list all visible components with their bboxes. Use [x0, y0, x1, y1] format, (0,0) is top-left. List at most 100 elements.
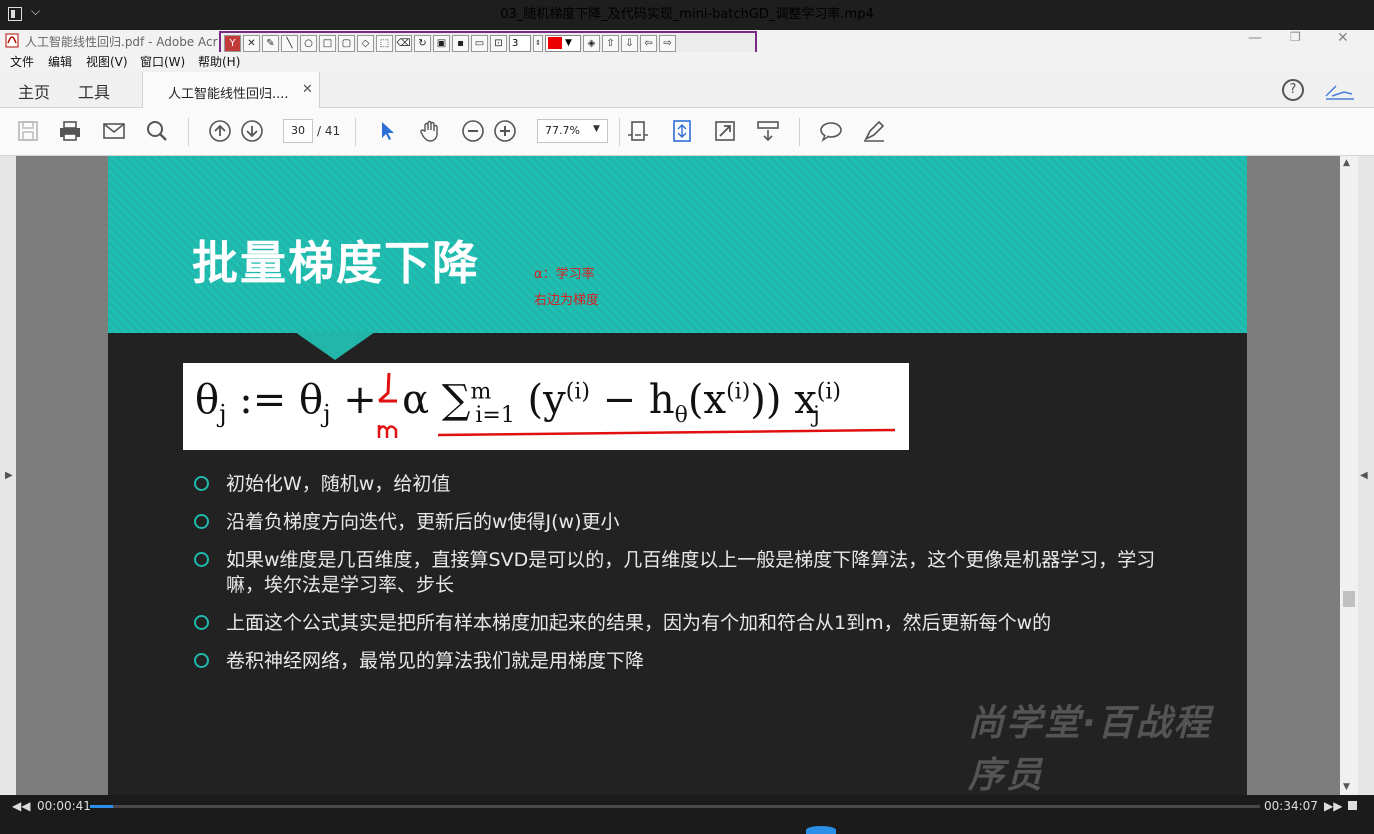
menu-view[interactable]: 视图(V) — [86, 53, 128, 70]
bullet-icon — [194, 476, 209, 491]
restore-icon[interactable]: ❐ — [1290, 30, 1301, 44]
close-overlay-icon[interactable]: ✕ — [243, 34, 260, 52]
toolbar-divider — [619, 118, 620, 146]
next-icon[interactable]: ▶▶ — [1324, 799, 1342, 813]
selection-tool-icon[interactable]: ⬚ — [376, 34, 393, 52]
ellipse-tool-icon[interactable]: ○ — [300, 34, 317, 52]
scrollbar-thumb[interactable] — [1343, 591, 1355, 607]
layers-tool-icon[interactable]: ◈ — [583, 34, 600, 52]
print-icon[interactable] — [58, 119, 82, 143]
page-down-icon[interactable] — [240, 119, 264, 143]
tab-close-icon[interactable]: ✕ — [302, 82, 313, 97]
bullet-icon — [194, 653, 209, 668]
menu-help[interactable]: 帮助(H) — [198, 53, 240, 70]
pen-tool-icon[interactable]: ✎ — [262, 34, 279, 52]
slide-header-notch — [295, 332, 375, 360]
tab-home[interactable]: 主页 — [18, 79, 50, 103]
seek-bar-fill — [90, 805, 114, 808]
pdf-file-icon — [5, 33, 19, 48]
zoom-in-icon[interactable] — [493, 119, 517, 143]
pdf-page: 批量梯度下降 α：学习率 右边为梯度 θj := θj + α ∑mi=1 (y… — [108, 156, 1247, 795]
handwritten-annotation — [377, 372, 896, 438]
arrow-up-icon[interactable]: ⇧ — [602, 34, 619, 52]
chevron-down-icon[interactable]: ⌵ — [31, 4, 40, 19]
expand-right-icon[interactable]: ◀ — [1360, 470, 1368, 481]
save-tool-icon[interactable]: ▪ — [452, 34, 469, 52]
time-total: 00:34:07 — [1264, 799, 1318, 813]
tool-logo-icon[interactable]: Y — [224, 34, 241, 52]
page-up-icon[interactable] — [208, 119, 232, 143]
full-screen-icon[interactable] — [713, 119, 737, 143]
highlight-pen-icon[interactable] — [862, 119, 886, 143]
menu-bar: 文件 编辑 视图(V) 窗口(W) 帮助(H) — [0, 52, 1374, 70]
color-picker[interactable]: ▼ — [545, 34, 581, 52]
bullet-text: 如果w维度是几百维度，直接算SVD是可以的，几百维度以上一般是梯度下降算法，这个… — [226, 549, 1156, 596]
fit-page-icon[interactable] — [670, 119, 694, 143]
annotation-note-gradient: 右边为梯度 — [534, 293, 600, 308]
tab-tools[interactable]: 工具 — [78, 79, 110, 103]
menu-edit[interactable]: 编辑 — [48, 53, 72, 70]
arrow-down-icon[interactable]: ⇩ — [621, 34, 638, 52]
page-number-input[interactable]: 30 — [283, 119, 313, 143]
player-indicator — [806, 826, 836, 834]
spinner-icon[interactable]: ⇕ — [533, 34, 543, 52]
stop-icon[interactable] — [1348, 801, 1357, 810]
bullet-text: 上面这个公式其实是把所有样本梯度加起来的结果，因为有个加和符合从1到m，然后更新… — [226, 612, 1052, 634]
seek-bar[interactable] — [90, 805, 1260, 808]
bullet-text: 初始化W，随机w，给初值 — [226, 473, 451, 495]
color-swatch — [548, 37, 562, 49]
refresh-tool-icon[interactable]: ↻ — [414, 34, 431, 52]
save-icon[interactable] — [16, 119, 40, 143]
hand-tool-icon[interactable] — [418, 119, 442, 143]
clear-tool-icon[interactable]: ▣ — [433, 34, 450, 52]
diamond-tool-icon[interactable]: ◇ — [357, 34, 374, 52]
chevron-down-icon: ▼ — [565, 38, 572, 48]
zoom-out-icon[interactable] — [461, 119, 485, 143]
bullet-icon — [194, 514, 209, 529]
redo-icon[interactable]: ⇨ — [659, 34, 676, 52]
email-icon[interactable] — [102, 119, 126, 143]
acrobat-window-title: 人工智能线性回归.pdf - Adobe Acr — [25, 35, 218, 49]
open-tool-icon[interactable]: ▭ — [471, 34, 488, 52]
previous-icon[interactable]: ◀◀ — [12, 799, 30, 813]
formula-image: θj := θj + α ∑mi=1 (y(i) − hθ(x(i))) x(i… — [183, 363, 909, 450]
menu-window[interactable]: 窗口(W) — [140, 53, 185, 70]
chevron-down-icon[interactable]: ▼ — [593, 124, 600, 134]
rectangle-tool-icon[interactable]: □ — [319, 34, 336, 52]
line-width-input[interactable]: 3 — [509, 34, 531, 52]
sign-icon[interactable] — [1322, 78, 1358, 102]
page-total: / 41 — [317, 124, 341, 138]
minimize-icon[interactable]: — — [1248, 30, 1262, 46]
bullet-icon — [194, 615, 209, 630]
toolbar-divider — [799, 118, 800, 146]
annotation-note-alpha: α：学习率 — [534, 267, 595, 282]
scroll-mode-icon[interactable] — [756, 119, 780, 143]
scroll-down-icon[interactable]: ▼ — [1343, 782, 1350, 792]
search-icon[interactable] — [145, 119, 169, 143]
fit-width-icon[interactable] — [626, 119, 650, 143]
close-icon[interactable]: ✕ — [1337, 30, 1349, 46]
eraser-tool-icon[interactable]: ⌫ — [395, 34, 412, 52]
menu-file[interactable]: 文件 — [10, 53, 34, 70]
tab-document-label[interactable]: 人工智能线性回归.... — [168, 83, 289, 102]
vertical-scrollbar[interactable] — [1340, 156, 1358, 795]
select-cursor-icon[interactable] — [376, 119, 400, 143]
bullet-text: 卷积神经网络，最常见的算法我们就是用梯度下降 — [226, 650, 645, 672]
player-title: 03_随机梯度下降_及代码实现_mini-batchGD_调整学习率.mp4 — [500, 7, 874, 22]
toolbar-divider — [188, 118, 189, 146]
player-menu-icon[interactable] — [8, 7, 22, 21]
player-controls — [0, 795, 1374, 831]
rounded-rect-tool-icon[interactable]: ▢ — [338, 34, 355, 52]
capture-tool-icon[interactable]: ⊡ — [490, 34, 507, 52]
watermark-logo: 尚学堂·百战程序员 — [968, 703, 1212, 795]
bullet-text: 沿着负梯度方向迭代，更新后的w使得J(w)更小 — [226, 511, 620, 533]
scroll-up-icon[interactable]: ▲ — [1343, 158, 1350, 168]
expand-left-icon[interactable]: ▶ — [5, 470, 13, 481]
comment-icon[interactable] — [819, 119, 843, 143]
slide-title: 批量梯度下降 — [192, 236, 480, 290]
bullet-icon — [194, 552, 209, 567]
help-icon[interactable]: ? — [1282, 79, 1304, 101]
line-tool-icon[interactable]: ╲ — [281, 34, 298, 52]
undo-icon[interactable]: ⇦ — [640, 34, 657, 52]
time-current: 00:00:41 — [37, 799, 91, 813]
